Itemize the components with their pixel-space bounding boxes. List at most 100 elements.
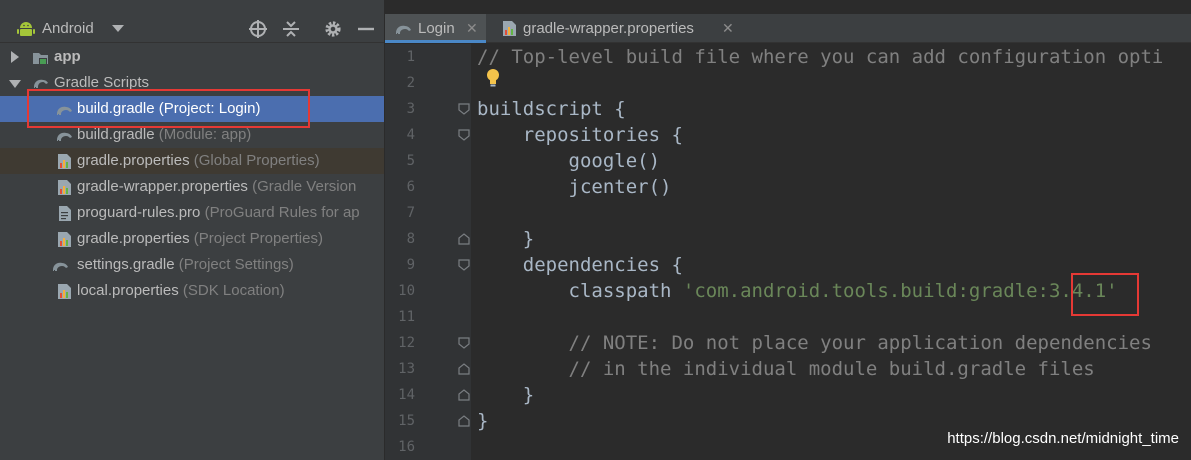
tree-item-label: build.gradle	[77, 100, 155, 117]
gear-icon[interactable]	[323, 19, 343, 39]
tree-item-build-gradle-project[interactable]: build.gradle (Project: Login)	[0, 96, 384, 122]
code-token: jcenter()	[477, 176, 672, 198]
code-token: }	[477, 228, 535, 250]
code-token: }	[477, 384, 535, 406]
tree-item-proguard-rules[interactable]: proguard-rules.pro (ProGuard Rules for a…	[0, 200, 384, 226]
gradle-icon	[57, 132, 72, 141]
tree-item-hint: (Project Settings)	[178, 256, 294, 273]
fold-end-icon[interactable]	[458, 363, 470, 375]
line-number: 10	[398, 283, 415, 299]
minimize-icon[interactable]	[356, 19, 376, 39]
properties-icon	[58, 232, 71, 247]
project-tool-window: Android app Gradle Scripts build.gradle …	[0, 0, 384, 460]
code-comment: // Top-level build file where you can ad…	[477, 46, 1164, 68]
gradle-icon	[53, 262, 68, 271]
lightbulb-icon[interactable]	[485, 68, 501, 88]
tab-label: Login	[418, 20, 455, 37]
line-number: 11	[398, 309, 415, 325]
line-number: 9	[406, 257, 415, 273]
line-number: 12	[398, 335, 415, 351]
module-folder-icon	[33, 53, 48, 65]
code-line: }	[477, 226, 534, 252]
fold-collapse-icon[interactable]	[458, 103, 470, 115]
tree-item-label: gradle-wrapper.properties	[77, 178, 248, 195]
code-token: buildscript {	[477, 98, 626, 120]
tree-item-hint: (Project: Login)	[158, 100, 261, 117]
close-icon[interactable]: ✕	[722, 14, 734, 43]
editor-tab-bar: Login ✕ gradle-wrapper.properties ✕	[385, 14, 1191, 43]
close-icon[interactable]: ✕	[466, 14, 478, 43]
properties-icon	[503, 21, 516, 36]
tree-item-hint: (Project Properties)	[193, 230, 323, 247]
fold-end-icon[interactable]	[458, 233, 470, 245]
tree-item-app[interactable]: app	[0, 44, 384, 70]
tree-item-hint: (SDK Location)	[182, 282, 285, 299]
code-string: 'com.android.tools.build:gradle:3.4.1'	[682, 280, 1118, 302]
gradle-icon	[396, 25, 411, 34]
gradle-scripts-icon	[34, 79, 48, 88]
android-icon	[17, 22, 35, 36]
collapse-all-icon[interactable]	[281, 19, 301, 39]
properties-icon	[58, 154, 71, 169]
fold-end-icon[interactable]	[458, 415, 470, 427]
tree-item-build-gradle-module[interactable]: build.gradle (Module: app)	[0, 122, 384, 148]
line-number: 13	[398, 361, 415, 377]
tree-item-label: gradle.properties	[77, 230, 190, 247]
watermark-text: https://blog.csdn.net/midnight_time	[947, 430, 1179, 447]
code-line: }	[477, 382, 534, 408]
expander-collapsed-icon[interactable]	[11, 51, 19, 63]
code-comment: // in the individual module build.gradle…	[477, 358, 1095, 380]
line-number: 16	[398, 439, 415, 455]
tab-label: gradle-wrapper.properties	[523, 20, 694, 37]
fold-end-icon[interactable]	[458, 389, 470, 401]
tree-item-hint: (Module: app)	[158, 126, 252, 143]
tree-item-label: settings.gradle	[77, 256, 175, 273]
code-line: }	[477, 408, 488, 434]
tree-item-settings-gradle[interactable]: settings.gradle (Project Settings)	[0, 252, 384, 278]
code-token: dependencies {	[477, 254, 683, 276]
tree-item-gradle-scripts[interactable]: Gradle Scripts	[0, 70, 384, 96]
tree-item-gradle-properties-project[interactable]: gradle.properties (Project Properties)	[0, 226, 384, 252]
project-panel-header: Android	[0, 15, 384, 43]
tree-item-label: Gradle Scripts	[54, 74, 150, 91]
chevron-down-icon[interactable]	[112, 25, 124, 32]
line-number: 7	[406, 205, 415, 221]
expander-expanded-icon[interactable]	[9, 80, 21, 88]
code-editor: Login ✕ gradle-wrapper.properties ✕ 1234…	[385, 0, 1191, 460]
tree-item-gradle-properties-global[interactable]: gradle.properties (Global Properties)	[0, 148, 384, 174]
code-token: repositories {	[477, 124, 683, 146]
tree-item-label: app	[54, 48, 81, 65]
line-number: 1	[406, 49, 415, 65]
line-number: 15	[398, 413, 415, 429]
code-line: // NOTE: Do not place your application d…	[477, 330, 1152, 356]
code-line: // Top-level build file where you can ad…	[477, 44, 1163, 70]
code-token: }	[477, 410, 489, 432]
code-token: google()	[477, 150, 661, 172]
text-file-icon	[59, 206, 71, 221]
project-view-selector[interactable]: Android	[42, 20, 94, 37]
properties-icon	[58, 284, 71, 299]
fold-collapse-icon[interactable]	[458, 129, 470, 141]
tree-item-label: gradle.properties	[77, 152, 190, 169]
target-icon[interactable]	[248, 19, 268, 39]
code-line: dependencies {	[477, 252, 683, 278]
tree-item-gradle-wrapper-properties[interactable]: gradle-wrapper.properties (Gradle Versio…	[0, 174, 384, 200]
code-line: repositories {	[477, 122, 683, 148]
line-number: 5	[406, 153, 415, 169]
tab-login[interactable]: Login ✕	[385, 14, 486, 43]
line-number: 6	[406, 179, 415, 195]
line-number: 2	[406, 75, 415, 91]
code-line: buildscript {	[477, 96, 626, 122]
tab-gradle-wrapper-properties[interactable]: gradle-wrapper.properties ✕	[487, 14, 749, 43]
tree-item-label: proguard-rules.pro	[77, 204, 201, 221]
gradle-icon	[57, 106, 72, 115]
tree-item-label: local.properties	[77, 282, 179, 299]
code-token: classpath	[477, 280, 683, 302]
fold-collapse-icon[interactable]	[458, 337, 470, 349]
code-line: google()	[477, 148, 661, 174]
fold-collapse-icon[interactable]	[458, 259, 470, 271]
code-line: // in the individual module build.gradle…	[477, 356, 1095, 382]
tree-item-local-properties[interactable]: local.properties (SDK Location)	[0, 278, 384, 304]
code-line: jcenter()	[477, 174, 672, 200]
tree-item-label: build.gradle	[77, 126, 155, 143]
